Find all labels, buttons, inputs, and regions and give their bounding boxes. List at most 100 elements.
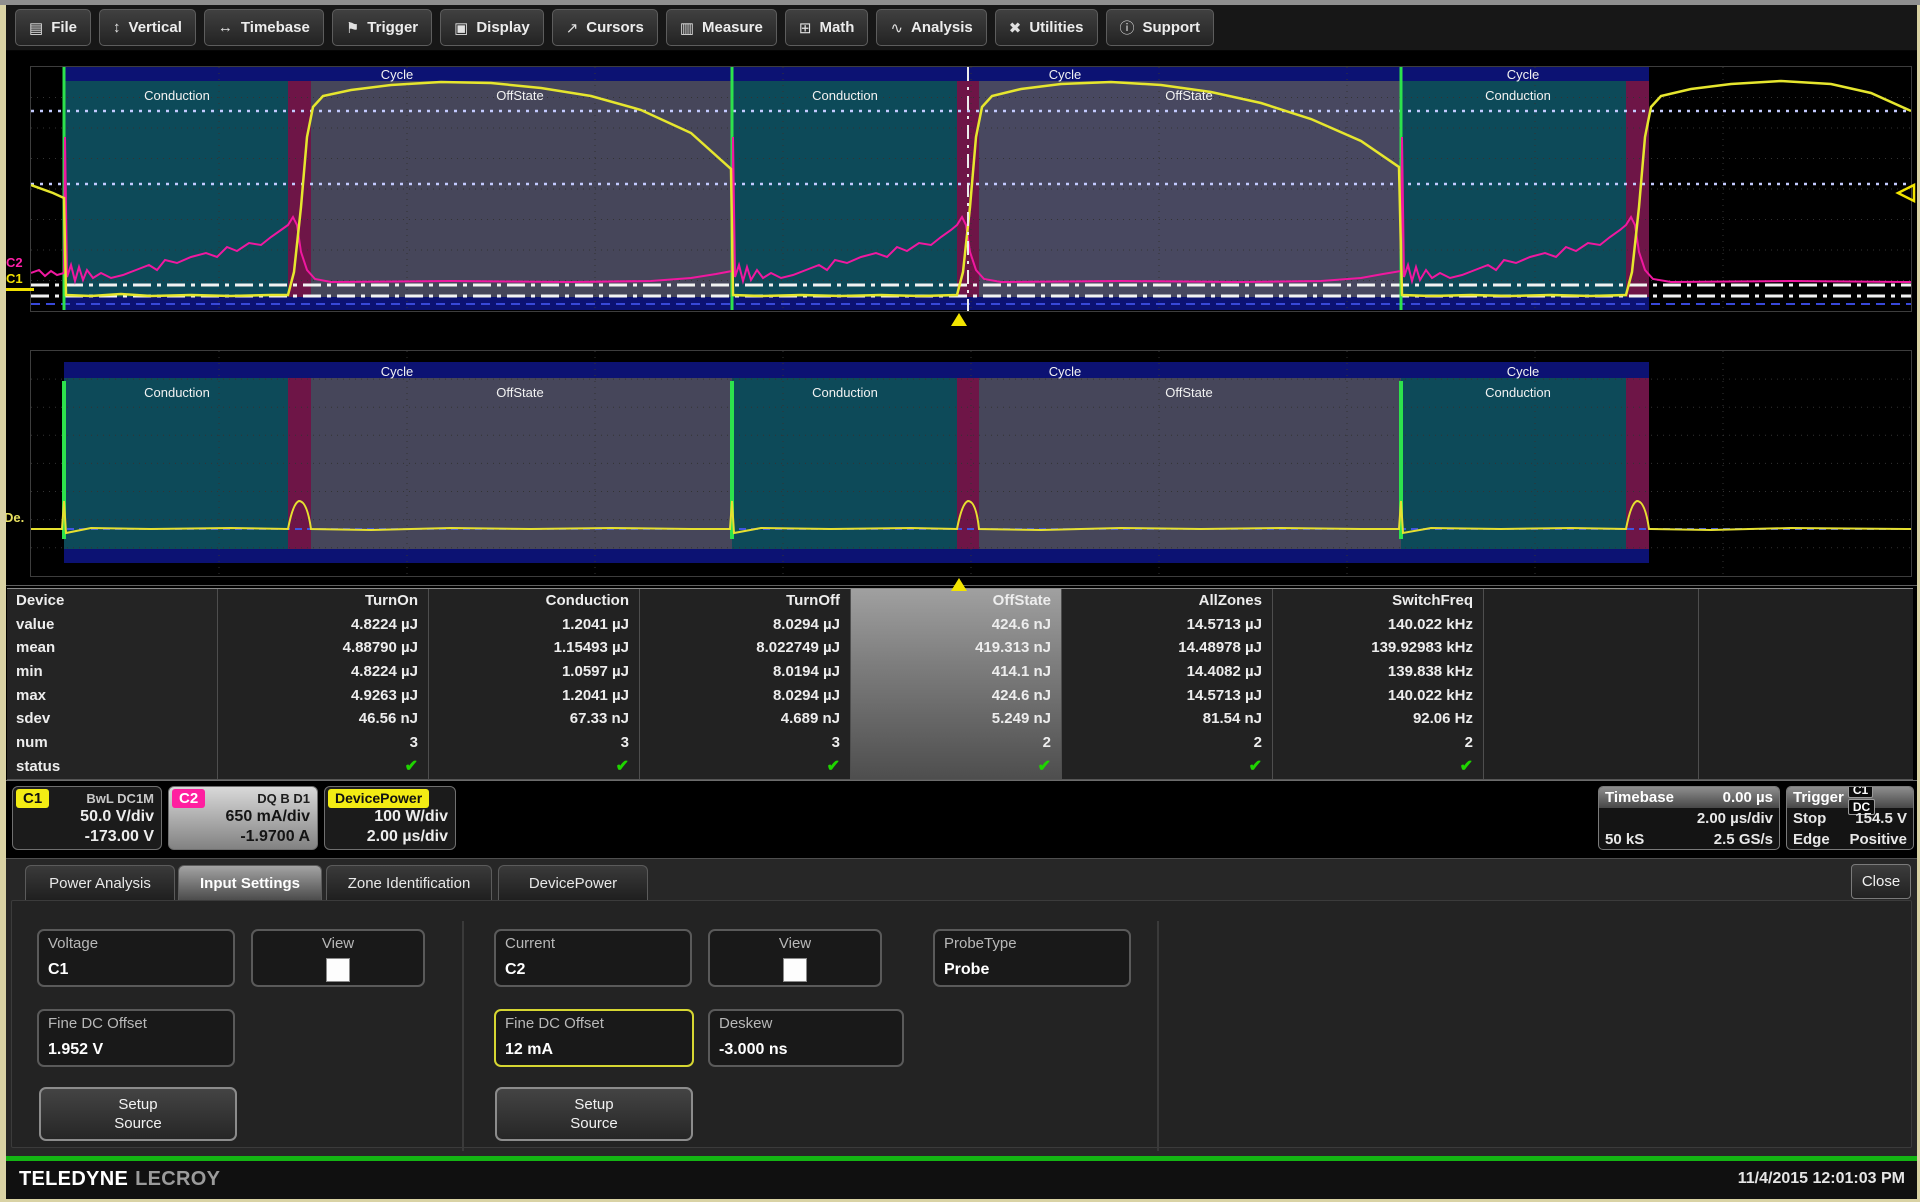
zone-label-cycle: Cycle [1049,364,1082,379]
channel-descriptor-devicepower[interactable]: DevicePower 100 W/div 2.00 µs/div [324,786,456,850]
table-cell: 4.8224 µJ [218,613,428,637]
table-column-conduction[interactable]: Conduction1.2041 µJ1.15493 µJ1.0597 µJ1.… [428,589,639,779]
display-icon: ▣ [454,19,468,37]
status-check-icon: ✔ [827,758,840,775]
menu-item-label: Math [819,19,854,36]
trigger-position-marker[interactable] [951,313,967,326]
menu-item-analysis[interactable]: ∿Analysis [876,9,986,46]
table-cell: 5.249 nJ [851,707,1061,731]
table-cell [1484,755,1698,779]
setup-source-voltage-button[interactable]: Setup Source [39,1087,237,1141]
timebase-scale: 2.00 µs/div [1697,810,1773,827]
channel-descriptor-c2[interactable]: C2 DQ B D1 650 mA/div -1.9700 A [168,786,318,850]
table-row-label: num [7,731,217,755]
math-calculator-icon: ⊞ [799,19,812,37]
table-empty-column[interactable] [1483,589,1698,779]
zone-label-offstate: OffState [1165,385,1212,400]
table-status-cell: ✔ [640,755,850,779]
devicepower-badge: DevicePower [328,789,429,808]
current-view-checkbox[interactable] [783,958,807,982]
table-row-label: mean [7,636,217,660]
close-button[interactable]: Close [1851,864,1911,899]
menu-item-vertical[interactable]: ↕Vertical [99,9,196,46]
device-power-trace-label[interactable]: De. [4,510,24,525]
voltage-view-label: View [253,935,423,952]
c2-position-marker[interactable]: C2 [6,255,23,270]
trigger-level-arrow-icon[interactable] [1894,182,1916,204]
trigger-descriptor[interactable]: Trigger C1 DC Stop 154.5 V Edge Positive [1786,786,1914,850]
fine-dc-offset-voltage-field[interactable]: Fine DC Offset 1.952 V [37,1009,235,1067]
menu-item-label: Measure [702,19,763,36]
probe-type-value: Probe [944,961,989,979]
c1-position-marker[interactable]: C1 [6,271,23,286]
table-cell: 1.2041 µJ [429,684,639,708]
current-source-field[interactable]: Current C2 [494,929,692,987]
table-column-header: SwitchFreq [1273,589,1483,613]
menu-item-utilities[interactable]: ✖Utilities [995,9,1098,46]
menu-item-math[interactable]: ⊞ Math [785,9,869,46]
table-cell [1699,707,1913,731]
brand-logo: TELEDYNELECROY [19,1168,220,1191]
menu-item-file[interactable]: ▤File [15,9,91,46]
current-view-field[interactable]: View [708,929,882,987]
table-cell: 4.689 nJ [640,707,850,731]
menu-item-measure[interactable]: ▥ Measure [666,9,777,46]
table-column-allzones[interactable]: AllZones14.5713 µJ14.48978 µJ14.4082 µJ1… [1061,589,1272,779]
table-row-label: min [7,660,217,684]
setup-source-voltage-line2: Source [41,1114,235,1133]
table-cell: 139.838 kHz [1273,660,1483,684]
tab-zone-identification[interactable]: Zone Identification [326,865,492,900]
current-value: C2 [505,961,525,979]
zone-label-cycle: Cycle [381,67,414,82]
table-status-cell: ✔ [1273,755,1483,779]
tab-input-settings[interactable]: Input Settings [178,865,322,900]
table-column-offstate[interactable]: OffState424.6 nJ419.313 nJ414.1 nJ424.6 … [850,589,1061,779]
trigger-position-marker[interactable] [951,578,967,591]
voltage-view-field[interactable]: View [251,929,425,987]
vertical-arrows-icon: ↕ [113,19,121,36]
menu-item-timebase[interactable]: ↔ Timebase [204,9,324,46]
status-check-icon: ✔ [1460,758,1473,775]
probe-type-field[interactable]: ProbeType Probe [933,929,1131,987]
table-cell: 4.88790 µJ [218,636,428,660]
menu-item-cursors[interactable]: ↗Cursors [552,9,658,46]
table-cell [1699,731,1913,755]
table-column-turnon[interactable]: TurnOn4.8224 µJ4.88790 µJ4.8224 µJ4.9263… [217,589,428,779]
menu-item-label: Timebase [241,19,310,36]
table-column-switchfreq[interactable]: SwitchFreq140.022 kHz139.92983 kHz139.83… [1272,589,1483,779]
table-column-header: AllZones [1062,589,1272,613]
zone-label-cycle: Cycle [1049,67,1082,82]
table-cell: 46.56 nJ [218,707,428,731]
table-cell: 14.5713 µJ [1062,613,1272,637]
timebase-descriptor[interactable]: Timebase 0.00 µs 2.00 µs/div 50 kS 2.5 G… [1598,786,1780,850]
measure-icon: ▥ [680,19,694,37]
zone-label-offstate: OffState [1165,88,1212,103]
menu-item-display[interactable]: ▣Display [440,9,544,46]
channel-descriptor-c1[interactable]: C1 BwL DC1M 50.0 V/div -173.00 V [12,786,162,850]
menu-item-support[interactable]: ⓘSupport [1106,9,1215,46]
menu-item-label: Cursors [586,19,644,36]
horizontal-arrows-icon: ↔ [218,19,233,36]
table-empty-column[interactable] [1698,589,1913,779]
setup-source-current-button[interactable]: Setup Source [495,1087,693,1141]
c1-badge: C1 [16,789,49,808]
c2-badge: C2 [172,789,205,808]
table-column-turnoff[interactable]: TurnOff8.0294 µJ8.022749 µJ8.0194 µJ8.02… [639,589,850,779]
fine-dc-offset-current-field[interactable]: Fine DC Offset 12 mA [494,1009,694,1067]
table-cell [1484,613,1698,637]
voltage-source-field[interactable]: Voltage C1 [37,929,235,987]
trigger-flag-icon: ⚑ [346,19,359,37]
voltage-view-checkbox[interactable] [326,958,350,982]
trigger-source-badge: C1 [1848,786,1873,798]
deskew-field[interactable]: Deskew -3.000 ns [708,1009,904,1067]
menu-item-label: Trigger [367,19,418,36]
tab-devicepower[interactable]: DevicePower [498,865,648,900]
menu-item-trigger[interactable]: ⚑ Trigger [332,9,432,46]
table-cell: 2 [1062,731,1272,755]
table-cell: 2 [851,731,1061,755]
table-cell: 8.0194 µJ [640,660,850,684]
tab-power-analysis[interactable]: Power Analysis [25,865,175,900]
table-cell [1484,636,1698,660]
datetime: 11/4/2015 12:01:03 PM [1738,1170,1905,1188]
group-divider [462,921,464,1151]
